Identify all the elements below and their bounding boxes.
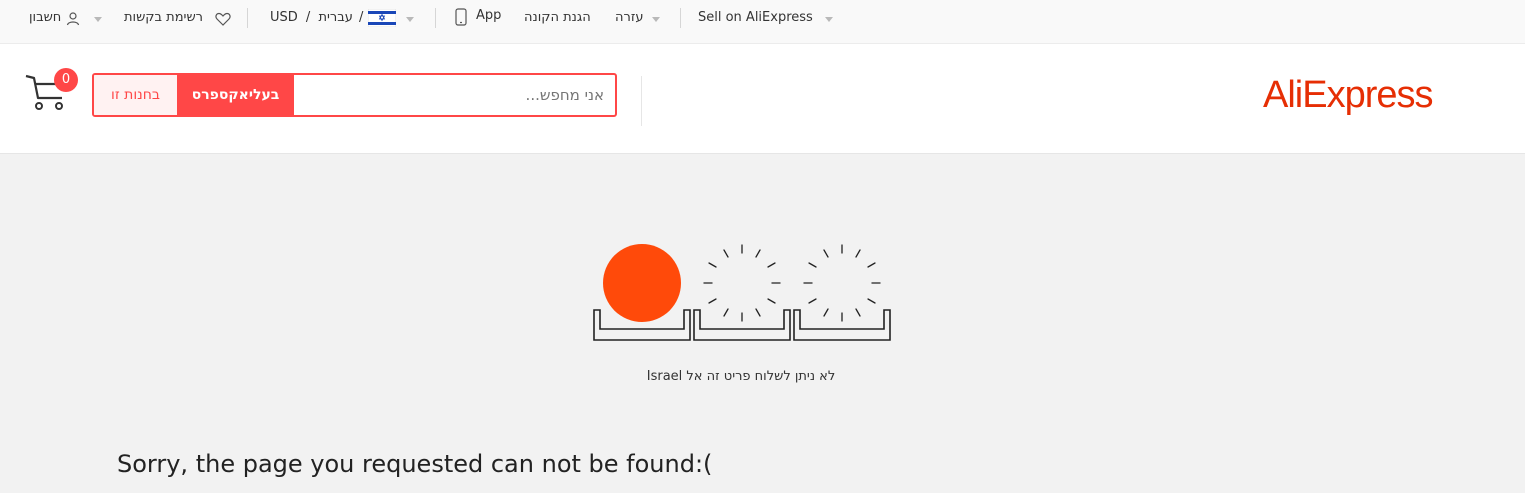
- page-not-found-heading: Sorry, the page you requested can not be…: [117, 450, 713, 478]
- help-label: עזרה: [615, 10, 644, 25]
- buyer-protection-link[interactable]: הגנת הקונה: [524, 10, 591, 25]
- wishlist-link[interactable]: רשימת בקשות: [124, 10, 231, 26]
- separator: /: [359, 10, 364, 25]
- search-input[interactable]: [294, 75, 604, 115]
- search-store-button[interactable]: בחנות זו: [94, 75, 177, 115]
- separator: /: [305, 10, 311, 25]
- chevron-down-icon: [825, 17, 833, 22]
- shipping-unavailable-message: Israel לא ניתן לשלוח פריט זה אל: [646, 369, 836, 384]
- currency-label: USD: [270, 10, 298, 25]
- chevron-down-icon: [406, 17, 414, 22]
- app-link[interactable]: App: [476, 8, 501, 23]
- account-menu[interactable]: חשבון: [29, 10, 80, 26]
- cart-count-badge: 0: [54, 68, 78, 92]
- user-icon: [66, 12, 80, 26]
- search-site-button[interactable]: בעליאקספרס: [177, 75, 294, 115]
- heart-icon: [215, 12, 231, 26]
- chevron-down-icon: [652, 17, 660, 22]
- divider: [435, 8, 436, 28]
- israel-flag-icon: [368, 9, 396, 27]
- zero-zero-sun-illustration: [593, 244, 891, 341]
- sell-menu[interactable]: Sell on AliExpress: [698, 10, 813, 25]
- currency-language-selector[interactable]: USD / עברית /: [270, 10, 363, 25]
- sell-label: Sell on AliExpress: [698, 10, 813, 25]
- divider: [680, 8, 681, 28]
- help-menu[interactable]: עזרה: [615, 10, 643, 25]
- wishlist-label: רשימת בקשות: [124, 10, 203, 25]
- app-label: App: [476, 8, 502, 23]
- divider: [641, 76, 642, 126]
- search-bar: בחנות זו בעליאקספרס: [92, 73, 617, 117]
- top-bar: חשבון רשימת בקשות USD / עברית / App הגנת…: [0, 0, 1525, 44]
- header: 0 בחנות זו בעליאקספרס AliExpress: [0, 44, 1525, 154]
- not-found-illustration: [592, 243, 892, 343]
- buyer-protection-label: הגנת הקונה: [524, 10, 591, 25]
- sun-circle: [603, 244, 681, 322]
- account-label: חשבון: [29, 10, 62, 25]
- phone-icon: [455, 8, 467, 26]
- chevron-down-icon: [94, 17, 102, 22]
- divider: [247, 8, 248, 28]
- language-label: עברית: [318, 10, 353, 25]
- aliexpress-logo[interactable]: AliExpress: [1263, 74, 1433, 117]
